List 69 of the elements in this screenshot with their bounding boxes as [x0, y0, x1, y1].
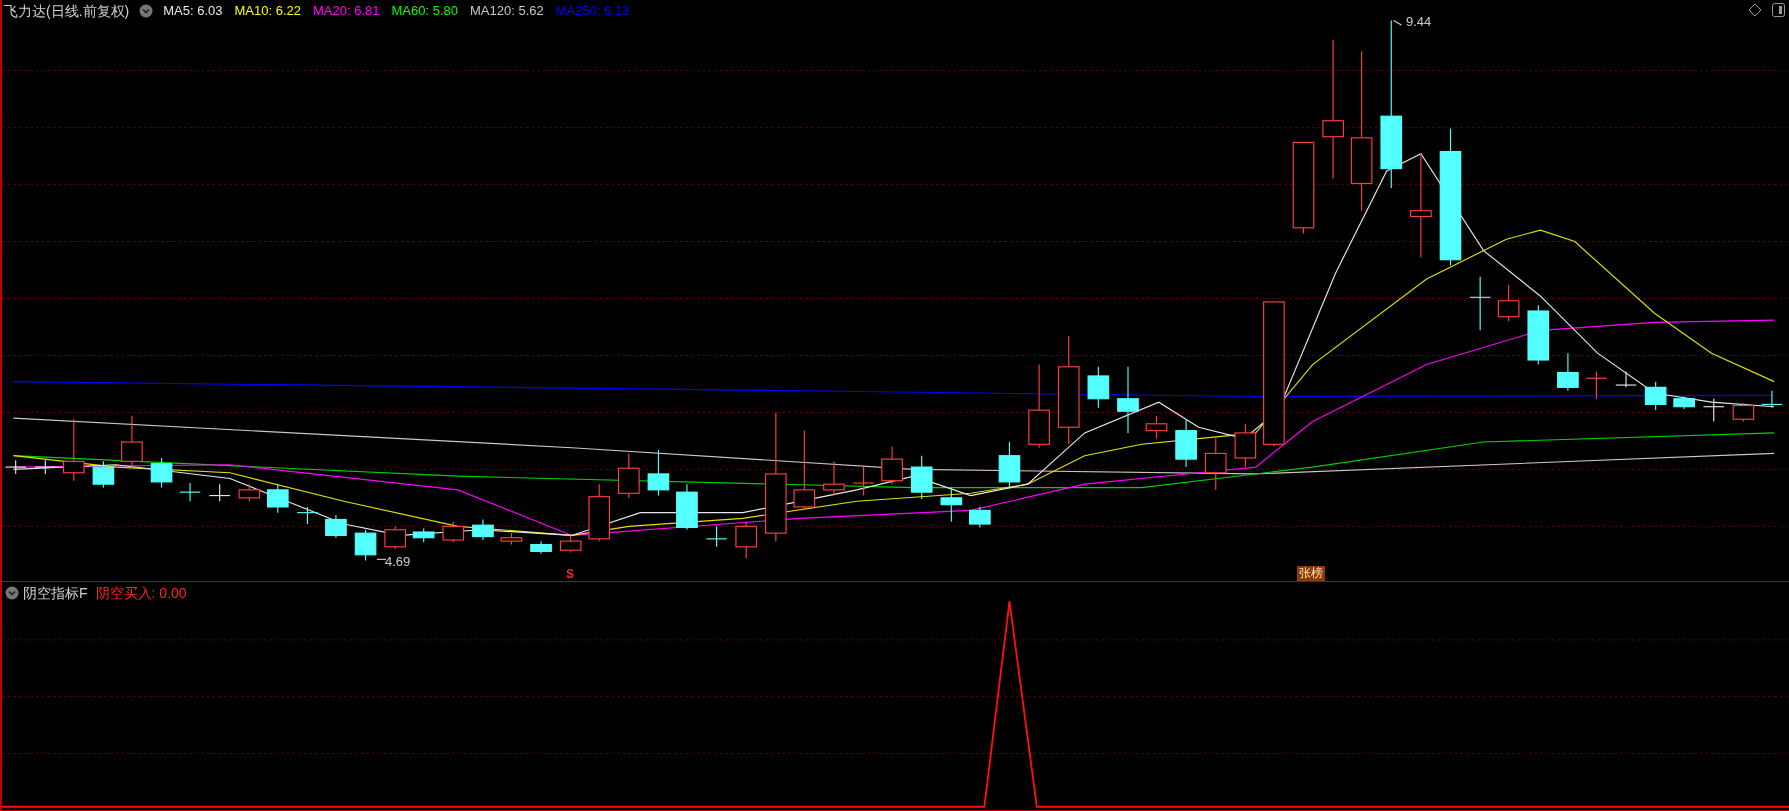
moving-average-value: MA10: 6.22: [234, 2, 301, 21]
candlestick: [823, 460, 845, 497]
candlestick: [676, 483, 698, 531]
candlestick: [705, 525, 728, 548]
candlestick: [354, 529, 377, 562]
moving-average-value: MA120: 5.62: [470, 2, 544, 21]
candlestick: [1673, 395, 1695, 410]
candlestick: [1761, 390, 1783, 409]
candlestick: [1234, 423, 1257, 468]
candlestick: [1732, 402, 1755, 423]
candlestick: [1087, 366, 1110, 409]
candlestick: [208, 483, 231, 502]
candlestick: [92, 460, 115, 489]
candlestick: [150, 457, 173, 489]
indicator-title: 阴空指标F: [23, 583, 88, 603]
leader-line: [1392, 19, 1403, 26]
candlestick: [1497, 284, 1520, 322]
window-icon[interactable]: [1772, 3, 1785, 17]
candlestick: [735, 521, 758, 559]
candlestick: [472, 518, 494, 541]
moving-average-value: MA60: 5.80: [391, 2, 458, 21]
candlestick: [1117, 366, 1139, 434]
indicator-reading: 阴空买入: 0.00: [95, 583, 187, 603]
candlestick: [969, 506, 991, 529]
candlestick: [1145, 415, 1168, 440]
candlestick: [910, 455, 933, 500]
candlestick: [238, 483, 261, 502]
candlestick: [62, 418, 85, 482]
candlestick: [647, 449, 670, 497]
candlestick: [500, 532, 523, 546]
candlestick: [179, 482, 201, 502]
candlestick: [998, 441, 1021, 489]
candlestick: [1527, 304, 1550, 366]
chart-title: 飞力达(日线.前复权): [4, 1, 130, 21]
low-price-label: 4.69: [385, 553, 411, 571]
limit-up-badge: 张榜: [1297, 566, 1325, 581]
candlestick: [940, 487, 963, 523]
candlestick: [121, 415, 143, 468]
candlestick: [530, 540, 552, 555]
chevron-down-icon[interactable]: [139, 4, 154, 18]
signal-marker: S: [566, 566, 574, 583]
moving-average-value: MA250: 6.13: [555, 2, 630, 21]
candlestick: [1644, 381, 1667, 411]
candlestick: [1469, 276, 1491, 331]
candlestick: [266, 483, 289, 514]
chevron-down-icon[interactable]: [5, 586, 19, 600]
candlestick: [559, 534, 582, 554]
moving-average-value: MA20: 6.81: [313, 2, 380, 21]
candlestick: [1204, 438, 1227, 491]
moving-average-value: MA5: 6.03: [163, 2, 223, 21]
leader-line: [376, 558, 387, 560]
candlestick: [1615, 370, 1637, 388]
candlestick: [442, 521, 465, 543]
candlestick: [4, 459, 27, 475]
candlestick: [1585, 370, 1608, 400]
candlestick: [881, 446, 903, 485]
candlestick: [852, 466, 875, 497]
candlestick: [325, 514, 347, 539]
candlestick: [1557, 352, 1579, 392]
candlestick: [1175, 418, 1197, 468]
diamond-icon[interactable]: [1748, 3, 1762, 17]
candlestick: [618, 452, 640, 499]
candlestick: [1702, 398, 1725, 423]
candlestick: [412, 528, 435, 543]
candlestick: [384, 525, 406, 550]
candlestick: [34, 459, 57, 475]
candlestick: [296, 506, 319, 525]
high-price-label: 9.44: [1406, 13, 1432, 31]
candlestick: [588, 483, 610, 542]
